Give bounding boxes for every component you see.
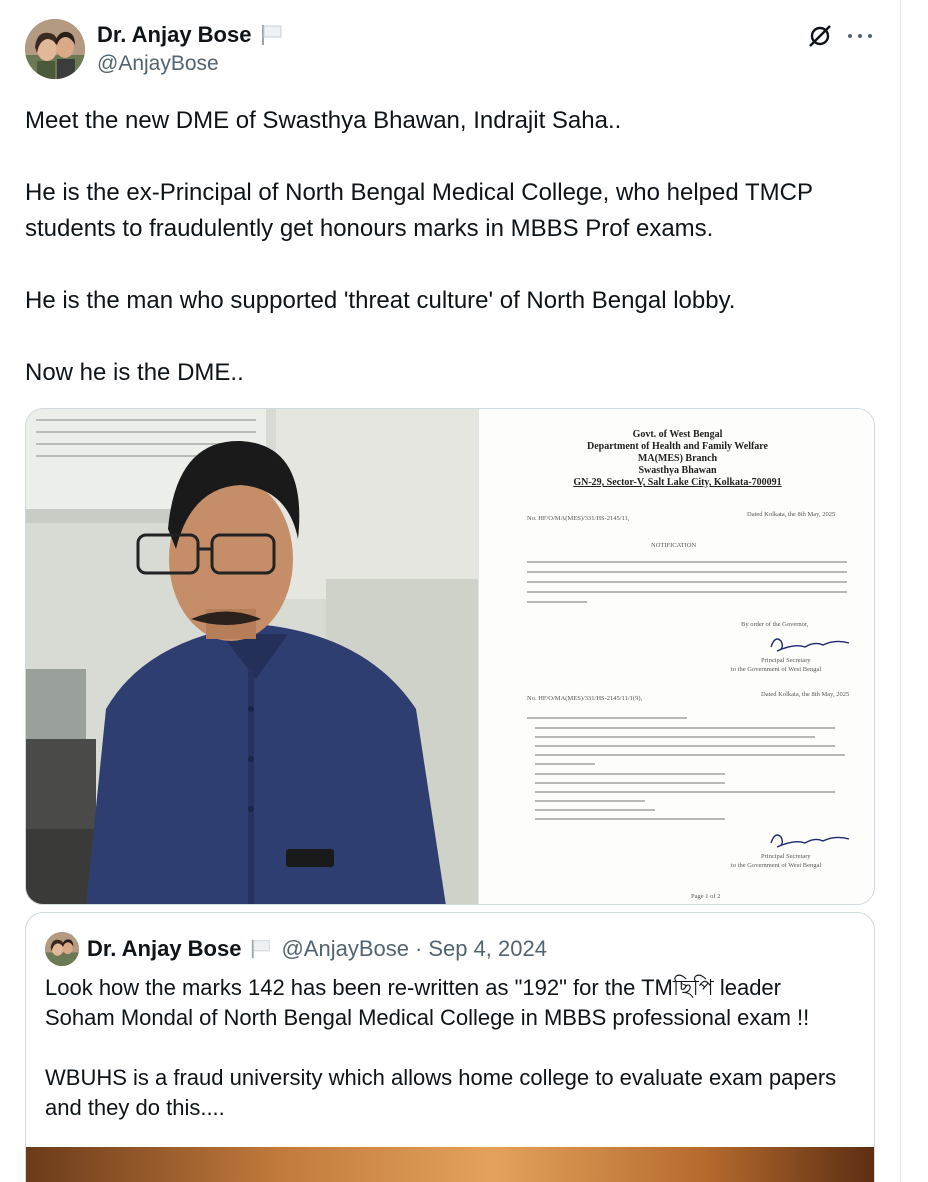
doc-page-number: Page 1 of 2 <box>691 893 721 900</box>
doc-signatory-org: to the Government of West Bengal <box>731 862 822 869</box>
doc-header-line: Swasthya Bhawan <box>638 465 717 476</box>
tweet-text: Meet the new DME of Swasthya Bhawan, Ind… <box>25 103 885 391</box>
doc-title: NOTIFICATION <box>651 542 697 549</box>
portrait-photo[interactable] <box>26 409 478 904</box>
timeline-divider <box>900 0 901 1182</box>
doc-date-2: Dated Kolkata, the 8th May, 2025 <box>761 691 850 698</box>
quoted-paragraph: WBUHS is a fraud university which allows… <box>45 1065 837 1120</box>
doc-memo-number-2: No. HF/O/MA(MES)/331/HS-2145/11/1(9), <box>527 695 643 702</box>
tweet-paragraph: He is the ex-Principal of North Bengal M… <box>25 179 813 242</box>
notification-document[interactable]: Govt. of West Bengal Department of Healt… <box>478 409 874 904</box>
tweet-paragraph: He is the man who supported 'threat cult… <box>25 287 736 314</box>
quoted-header: Dr. Anjay Bose @AnjayBose · Sep 4, 2024 <box>87 935 547 963</box>
quoted-tweet[interactable]: Dr. Anjay Bose @AnjayBose · Sep 4, 2024 … <box>25 912 875 1182</box>
quoted-paragraph: Look how the marks 142 has been re-writt… <box>45 975 810 1030</box>
flag-icon <box>249 938 273 960</box>
author-avatar[interactable] <box>25 19 85 79</box>
doc-header-line: MA(MES) Branch <box>637 453 718 464</box>
doc-header-line: GN-29, Sector-V, Salt Lake City, Kolkata… <box>573 477 782 488</box>
meta-separator: · <box>414 936 423 961</box>
quoted-date[interactable]: Sep 4, 2024 <box>428 936 547 962</box>
author-handle[interactable]: @AnjayBose <box>97 52 285 76</box>
quoted-author-handle[interactable]: @AnjayBose <box>281 936 409 962</box>
author-name[interactable]: Dr. Anjay Bose <box>97 22 251 48</box>
tweet-paragraph: Now he is the DME.. <box>25 359 244 386</box>
quoted-text: Look how the marks 142 has been re-writt… <box>45 973 855 1123</box>
grok-icon[interactable] <box>806 22 834 50</box>
quoted-author-avatar[interactable] <box>45 932 79 966</box>
author-block: Dr. Anjay Bose @AnjayBose <box>97 21 285 76</box>
tweet-media[interactable]: Govt. of West Bengal Department of Healt… <box>25 408 875 905</box>
doc-header-line: Department of Health and Family Welfare <box>587 441 768 452</box>
doc-date: Dated Kolkata, the 8th May, 2025 <box>747 511 836 518</box>
doc-signatory-org: to the Government of West Bengal <box>731 666 822 673</box>
flag-icon <box>259 23 285 47</box>
doc-header-line: Govt. of West Bengal <box>632 429 723 440</box>
doc-order-line: By order of the Governor, <box>741 621 809 628</box>
tweet-paragraph: Meet the new DME of Swasthya Bhawan, Ind… <box>25 107 622 134</box>
doc-signatory: Principal Secretary <box>761 853 811 860</box>
quoted-author-name[interactable]: Dr. Anjay Bose <box>87 936 241 962</box>
more-icon[interactable] <box>846 22 874 50</box>
doc-signatory: Principal Secretary <box>761 657 811 664</box>
quoted-media-preview[interactable] <box>26 1147 874 1182</box>
doc-memo-number: No. HF/O/MA(MES)/331/HS-2145/11, <box>527 515 630 522</box>
